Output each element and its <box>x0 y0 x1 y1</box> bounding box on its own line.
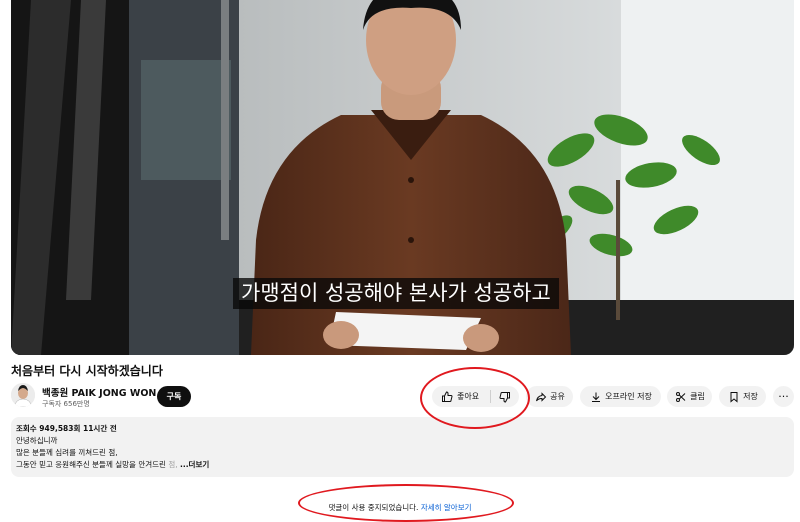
share-icon <box>534 390 547 403</box>
show-more-link[interactable]: ...더보기 <box>180 460 209 469</box>
more-icon: ··· <box>778 390 789 403</box>
clip-button[interactable]: 클립 <box>667 386 712 407</box>
view-stats: 조회수 949,583회 11시간 전 <box>16 424 117 433</box>
channel-avatar[interactable] <box>11 383 35 407</box>
bookmark-icon <box>727 390 740 403</box>
description-box[interactable]: 조회수 949,583회 11시간 전 안녕하십니까 많은 분들께 심려를 끼쳐… <box>11 417 794 477</box>
offline-save-button[interactable]: 오프라인 저장 <box>580 386 661 407</box>
clip-label: 클립 <box>690 392 705 401</box>
subscriber-count: 구독자 656만명 <box>42 400 90 408</box>
description-line-1: 안녕하십니까 <box>16 436 58 445</box>
scissors-icon <box>674 390 687 403</box>
save-label: 저장 <box>743 392 758 401</box>
annotation-ellipse-like <box>420 367 530 429</box>
video-player[interactable]: 가맹점이 성공해야 본사가 성공하고 <box>11 0 794 355</box>
more-actions-button[interactable]: ··· <box>773 386 794 407</box>
share-label: 공유 <box>550 392 565 401</box>
video-subtitle: 가맹점이 성공해야 본사가 성공하고 <box>233 278 559 309</box>
description-fade-text: 점, <box>168 460 178 469</box>
save-button[interactable]: 저장 <box>719 386 766 407</box>
annotation-ellipse-comments <box>298 484 514 522</box>
channel-name[interactable]: 백종원 PAIK JONG WON <box>42 385 156 399</box>
subscribe-button[interactable]: 구독 <box>157 386 191 407</box>
video-title: 처음부터 다시 시작하겠습니다 <box>11 364 163 378</box>
share-button[interactable]: 공유 <box>526 386 573 407</box>
download-icon <box>589 390 602 403</box>
offline-save-label: 오프라인 저장 <box>605 392 652 401</box>
description-line-3: 그동안 믿고 응원해주신 분들께 실망을 안겨드린 점, ...더보기 <box>16 459 209 470</box>
description-line-3-text: 그동안 믿고 응원해주신 분들께 실망을 안겨드린 <box>16 460 169 469</box>
description-line-2: 많은 분들께 심려를 끼쳐드린 점, <box>16 448 118 457</box>
